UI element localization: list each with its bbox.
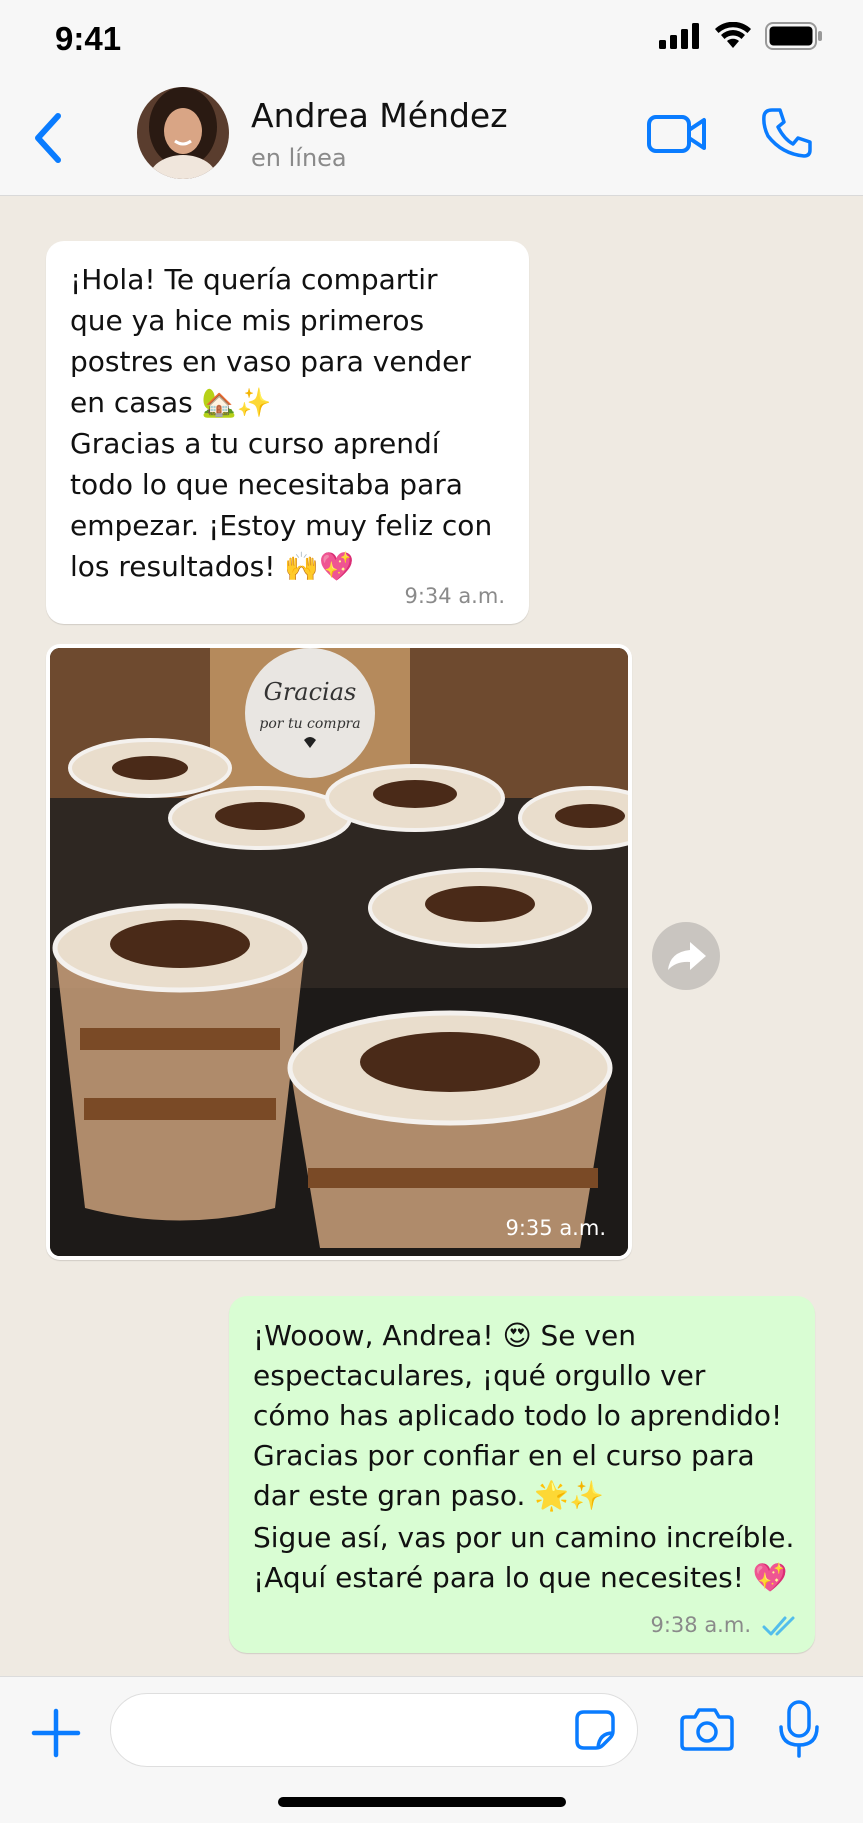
attach-plus-button[interactable] bbox=[30, 1707, 82, 1759]
avatar[interactable] bbox=[137, 87, 229, 179]
back-button[interactable] bbox=[28, 110, 68, 166]
battery-icon bbox=[765, 22, 822, 50]
avatar-image bbox=[137, 87, 229, 179]
microphone-button[interactable] bbox=[776, 1699, 822, 1759]
cellular-signal-icon bbox=[659, 23, 699, 49]
chat-area[interactable]: ¡Hola! Te quería compartir que ya hice m… bbox=[0, 196, 863, 1676]
contact-status: en línea bbox=[251, 144, 347, 172]
message-text: ¡Wooow, Andrea! 😍 Se ven espectaculares,… bbox=[253, 1319, 783, 1512]
message-text: ¡Hola! Te quería compartir que ya hice m… bbox=[70, 263, 493, 583]
status-icons bbox=[659, 22, 823, 50]
video-call-button[interactable] bbox=[646, 110, 708, 158]
message-input[interactable] bbox=[110, 1693, 638, 1767]
camera-button[interactable] bbox=[680, 1705, 734, 1753]
photo-time: 9:35 a.m. bbox=[505, 1216, 606, 1240]
home-indicator bbox=[278, 1797, 566, 1807]
voice-call-button[interactable] bbox=[760, 106, 812, 160]
dessert-photo[interactable]: Gracias por tu compra 9:35 a.m. bbox=[50, 648, 628, 1256]
composer-bar bbox=[0, 1676, 863, 1823]
message-time: 9:38 a.m. bbox=[650, 1613, 751, 1637]
sticker-button[interactable] bbox=[574, 1709, 616, 1751]
read-receipt-icon bbox=[762, 1616, 795, 1636]
status-time: 9:41 bbox=[55, 20, 122, 57]
outgoing-message[interactable]: ¡Wooow, Andrea! 😍 Se ven espectaculares,… bbox=[229, 1296, 815, 1653]
status-bar: 9:41 bbox=[0, 0, 863, 80]
incoming-image-message[interactable]: Gracias por tu compra 9:35 a.m. bbox=[46, 644, 632, 1260]
sticker-text-gracias: Gracias bbox=[264, 678, 357, 706]
incoming-message[interactable]: ¡Hola! Te quería compartir que ya hice m… bbox=[46, 241, 529, 624]
forward-button[interactable] bbox=[652, 922, 720, 990]
contact-name[interactable]: Andrea Méndez bbox=[251, 96, 508, 135]
message-time: 9:34 a.m. bbox=[404, 584, 505, 608]
chat-header: Andrea Méndez en línea bbox=[0, 80, 863, 196]
dessert-cups-image: Gracias por tu compra bbox=[50, 648, 628, 1256]
wifi-icon bbox=[715, 22, 751, 48]
forward-arrow-icon bbox=[668, 942, 706, 970]
sticker-text-compra: por tu compra bbox=[259, 716, 360, 732]
message-text-2: Sigue así, vas por un camino increíble. … bbox=[253, 1521, 795, 1594]
